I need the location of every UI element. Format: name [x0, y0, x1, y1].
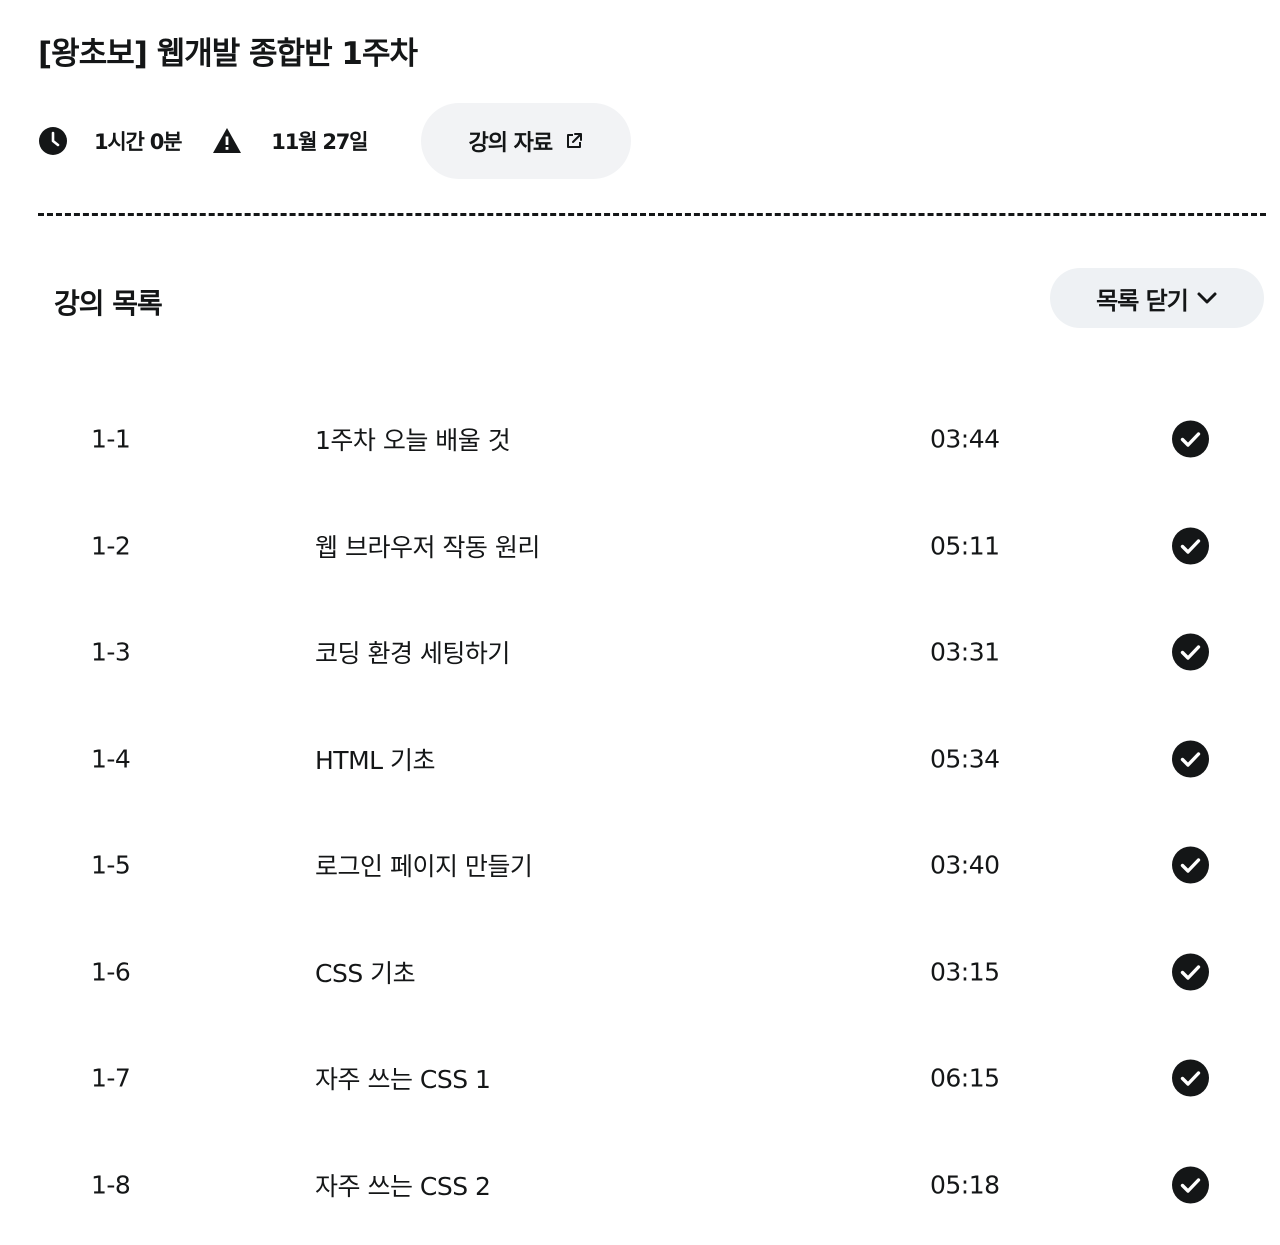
lecture-meta: 1시간 0분 11월 27일 강의 자료: [38, 103, 632, 179]
lecture-number: 1-1: [91, 424, 131, 454]
close-list-button[interactable]: 목록 닫기: [1050, 268, 1264, 328]
lecture-time: 06:15: [930, 1063, 1000, 1093]
lecture-row[interactable]: 1-4 HTML 기초 05:34: [0, 706, 1280, 813]
lecture-title: 1주차 오늘 배울 것: [315, 426, 511, 456]
lecture-time: 05:11: [930, 531, 1000, 561]
lecture-row[interactable]: 1-7 자주 쓰는 CSS 1 06:15: [0, 1025, 1280, 1132]
lecture-title: HTML 기초: [315, 745, 436, 775]
lecture-number: 1-4: [91, 744, 131, 774]
lecture-number: 1-8: [91, 1170, 131, 1200]
lecture-row[interactable]: 1-1 1주차 오늘 배울 것 03:44: [0, 386, 1280, 493]
lecture-row[interactable]: 1-8 자주 쓰는 CSS 2 05:18: [0, 1132, 1280, 1239]
clock-icon: [38, 126, 68, 156]
section-divider: [38, 213, 1266, 216]
lecture-time: 03:31: [930, 637, 1000, 667]
lecture-title: 코딩 환경 세팅하기: [315, 639, 510, 669]
deadline-text: 11월 27일: [271, 130, 368, 154]
lecture-title: CSS 기초: [315, 958, 416, 988]
close-list-label: 목록 닫기: [1096, 286, 1189, 315]
lecture-number: 1-6: [91, 957, 131, 987]
check-circle-icon: [1172, 527, 1209, 565]
check-circle-icon: [1172, 633, 1209, 671]
lecture-title: 웹 브라우저 작동 원리: [315, 532, 540, 562]
lecture-number: 1-5: [91, 850, 131, 880]
materials-label: 강의 자료: [468, 131, 553, 156]
lecture-number: 1-3: [91, 637, 131, 667]
lecture-row[interactable]: 1-6 CSS 기초 03:15: [0, 919, 1280, 1026]
external-link-icon: [564, 131, 584, 151]
check-circle-icon: [1172, 420, 1209, 458]
chevron-down-icon: [1196, 287, 1218, 309]
lecture-time: 03:44: [930, 424, 1000, 454]
duration-text: 1시간 0분: [94, 130, 183, 154]
warning-icon: [212, 126, 242, 156]
lecture-list-title: 강의 목록: [54, 287, 163, 320]
lecture-time: 03:15: [930, 957, 1000, 987]
lecture-row[interactable]: 1-2 웹 브라우저 작동 원리 05:11: [0, 493, 1280, 600]
lecture-time: 05:18: [930, 1170, 1000, 1200]
deadline-info: 11월 27일: [212, 126, 368, 156]
lecture-list: 1-1 1주차 오늘 배울 것 03:44 1-2 웹 브라우저 작동 원리 0…: [0, 386, 1280, 1238]
lecture-row[interactable]: 1-5 로그인 페이지 만들기 03:40: [0, 812, 1280, 919]
lecture-time: 05:34: [930, 744, 1000, 774]
page-title: [왕초보] 웹개발 종합반 1주차: [38, 36, 418, 72]
check-circle-icon: [1172, 1166, 1209, 1204]
lecture-number: 1-2: [91, 531, 131, 561]
lecture-materials-button[interactable]: 강의 자료: [421, 103, 632, 179]
lecture-row[interactable]: 1-3 코딩 환경 세팅하기 03:31: [0, 599, 1280, 706]
duration-info: 1시간 0분: [38, 126, 183, 156]
check-circle-icon: [1172, 740, 1209, 778]
lecture-title: 로그인 페이지 만들기: [315, 852, 533, 882]
check-circle-icon: [1172, 1059, 1209, 1097]
check-circle-icon: [1172, 846, 1209, 884]
check-circle-icon: [1172, 953, 1209, 991]
lecture-title: 자주 쓰는 CSS 2: [315, 1171, 491, 1201]
lecture-title: 자주 쓰는 CSS 1: [315, 1065, 491, 1095]
lecture-time: 03:40: [930, 850, 1000, 880]
lecture-number: 1-7: [91, 1063, 131, 1093]
